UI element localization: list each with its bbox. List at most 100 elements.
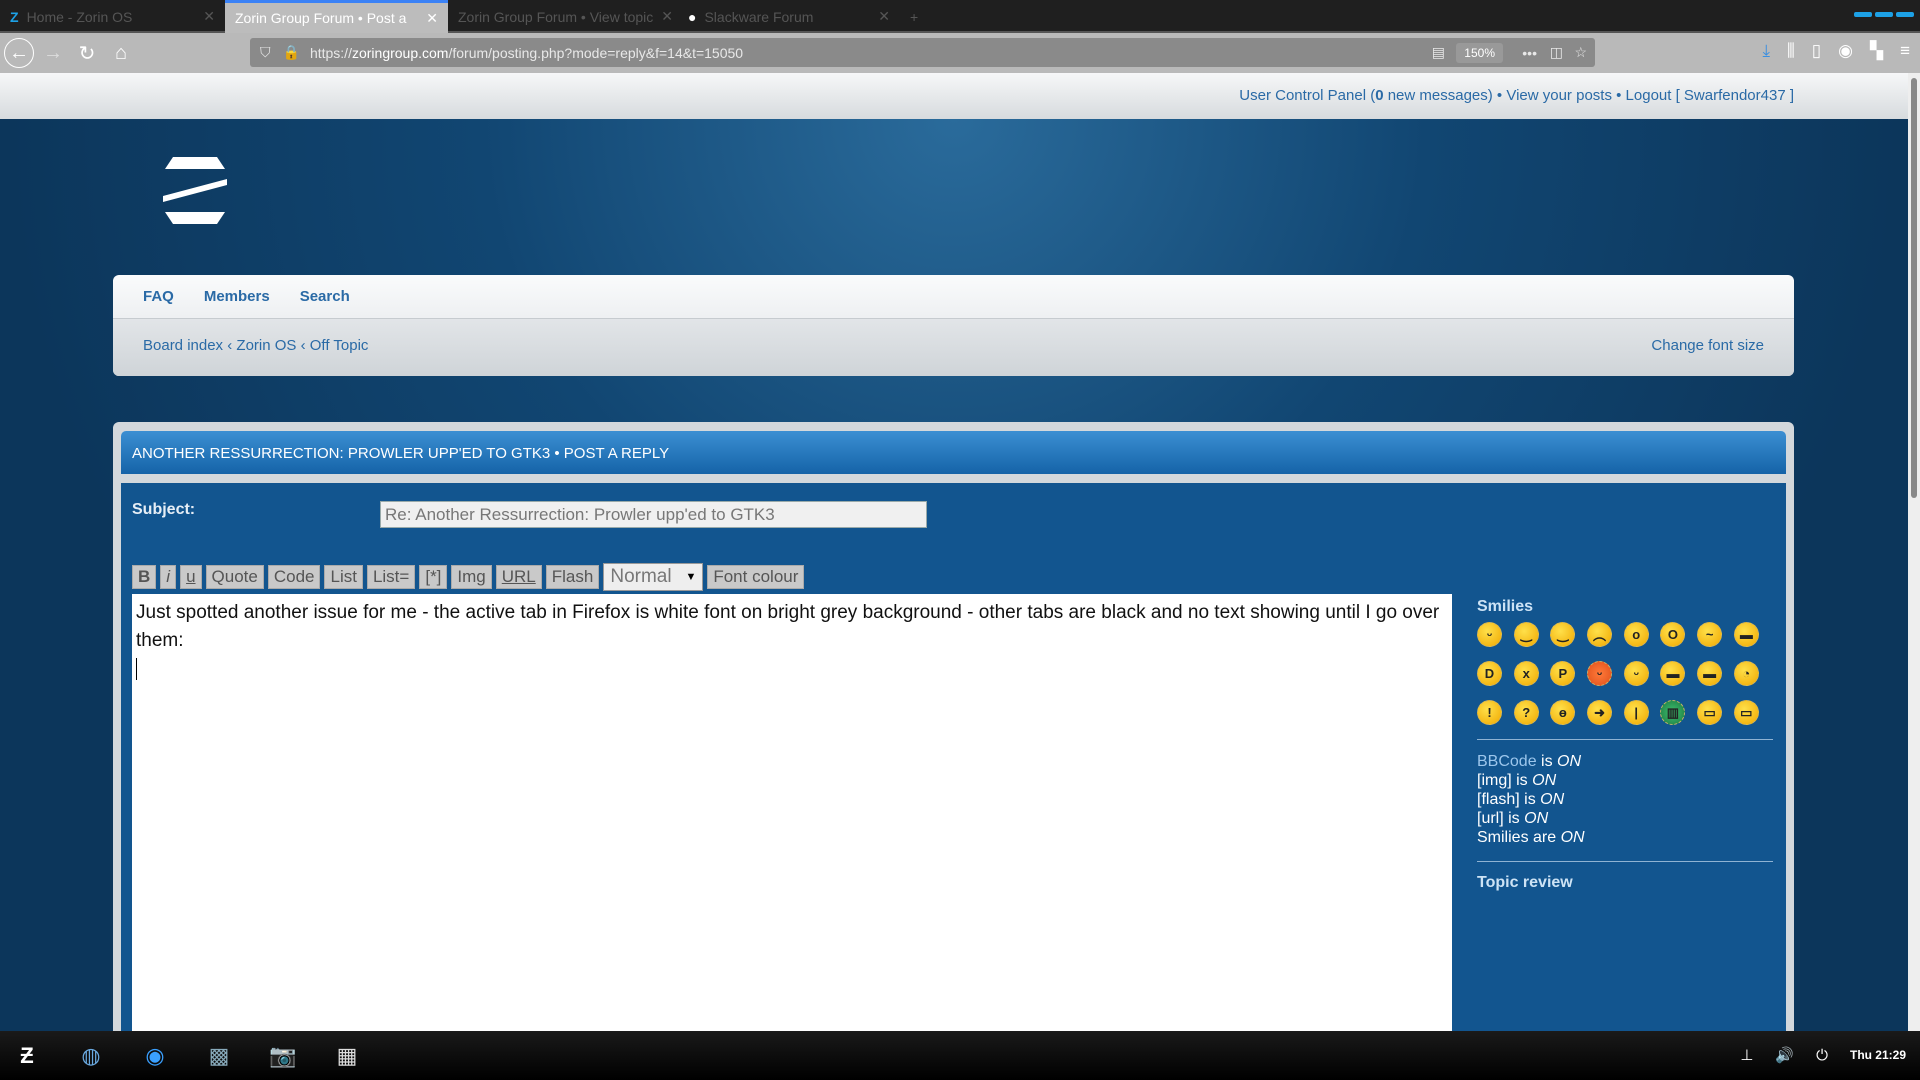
divider: [1477, 861, 1773, 862]
smiley-icon[interactable]: |: [1623, 700, 1649, 725]
crumb-off-topic[interactable]: Off Topic: [310, 337, 369, 354]
post-title: ANOTHER RESSURRECTION: PROWLER UPP'ED TO…: [121, 431, 1786, 474]
message-textarea[interactable]: Just spotted another issue for me - the …: [132, 594, 1452, 1034]
smiley-icon[interactable]: ▥: [1660, 700, 1686, 725]
ordered-list-button[interactable]: List=: [366, 565, 416, 589]
smiley-icon[interactable]: D: [1477, 661, 1502, 686]
tab-post-reply[interactable]: Zorin Group Forum • Post a reply✕: [225, 0, 448, 33]
flash-button[interactable]: Flash: [545, 565, 600, 589]
view-posts-link[interactable]: View your posts: [1506, 87, 1612, 104]
power-icon[interactable]: ⏻: [1816, 1047, 1828, 1064]
home-icon[interactable]: ⌂: [106, 38, 136, 68]
reload-icon[interactable]: ↻: [72, 38, 102, 68]
menu-icon[interactable]: ≡: [1900, 41, 1910, 61]
smiley-icon[interactable]: ᵕ: [1587, 661, 1613, 686]
tab-slackware[interactable]: ● Slackware Forum ✕: [678, 0, 900, 33]
nav-members[interactable]: Members: [204, 288, 270, 305]
list-item-button[interactable]: [*]: [419, 565, 448, 589]
tab-view-topic[interactable]: Zorin Group Forum • View topic ✕: [448, 0, 678, 33]
post-panel: ANOTHER RESSURRECTION: PROWLER UPP'ED TO…: [113, 422, 1794, 1042]
close-tab-icon[interactable]: ✕: [418, 10, 438, 27]
close-tab-icon[interactable]: ✕: [195, 8, 215, 25]
smiley-icon[interactable]: ︵: [1587, 622, 1613, 647]
software-icon[interactable]: ▦: [330, 1039, 364, 1073]
nav-search[interactable]: Search: [300, 288, 350, 305]
italic-button[interactable]: i: [160, 565, 177, 589]
scrollbar-thumb[interactable]: [1911, 78, 1917, 498]
font-colour-button[interactable]: Font colour: [707, 565, 805, 589]
firefox-icon[interactable]: ◍: [74, 1039, 108, 1073]
bbcode-toolbar: B i u Quote Code List List= [*] Img URL …: [132, 563, 805, 591]
change-font-size-link[interactable]: Change font size: [1651, 337, 1764, 354]
crumb-zorin-os[interactable]: Zorin OS: [236, 337, 296, 354]
smiley-icon[interactable]: !: [1477, 700, 1502, 725]
logout-link[interactable]: Logout [ Swarfendor437 ]: [1626, 87, 1794, 104]
img-button[interactable]: Img: [451, 565, 492, 589]
system-monitor-icon[interactable]: ▩: [202, 1039, 236, 1073]
new-tab-button[interactable]: +: [900, 0, 930, 33]
window-controls[interactable]: [1854, 12, 1914, 17]
reader-view-icon[interactable]: ▤: [1432, 44, 1445, 61]
smiley-icon[interactable]: ?: [1513, 700, 1539, 725]
pocket-icon[interactable]: ◫: [1550, 44, 1563, 61]
text-caret: [136, 657, 137, 680]
tux-icon: ●: [688, 8, 697, 25]
smiley-icon[interactable]: ‿: [1550, 622, 1576, 647]
volume-icon[interactable]: 🔊: [1775, 1046, 1794, 1064]
zorin-logo[interactable]: [159, 157, 231, 224]
network-icon[interactable]: ⊥: [1740, 1046, 1753, 1064]
bold-button[interactable]: B: [132, 565, 157, 589]
system-tray: ⊥ 🔊 ⏻ Thu 21:29: [1740, 1046, 1906, 1065]
sidebar-icon[interactable]: ▯: [1812, 41, 1821, 61]
download-icon[interactable]: ⤓: [1762, 41, 1770, 61]
smiley-icon[interactable]: ▬: [1697, 661, 1723, 686]
smiley-icon[interactable]: ▭: [1697, 700, 1723, 725]
code-button[interactable]: Code: [267, 565, 321, 589]
smiley-icon[interactable]: ▬: [1733, 622, 1759, 647]
font-size-select[interactable]: Normal ▼: [603, 563, 704, 591]
forward-icon[interactable]: →: [38, 38, 68, 68]
smiley-icon[interactable]: o: [1623, 622, 1649, 647]
url-button[interactable]: URL: [495, 565, 542, 589]
underline-button[interactable]: u: [180, 565, 202, 589]
smiley-icon[interactable]: ▬: [1660, 661, 1686, 686]
back-icon[interactable]: ←: [4, 38, 34, 68]
smiley-icon[interactable]: P: [1550, 661, 1576, 686]
url-bar[interactable]: ⛉ 🔒 https://zoringroup.com/forum/posting…: [250, 38, 1595, 67]
bbcode-link[interactable]: BBCode: [1477, 753, 1537, 770]
page-scrollbar[interactable]: [1908, 73, 1920, 1031]
bookmark-star-icon[interactable]: ☆: [1574, 44, 1587, 61]
smiley-icon[interactable]: ~: [1697, 622, 1723, 647]
screenshot-icon[interactable]: 📷: [266, 1039, 300, 1073]
smilies-heading: Smilies: [1477, 598, 1534, 615]
smiley-icon[interactable]: ▭: [1733, 700, 1759, 725]
option-status: [img] is ON: [1477, 772, 1557, 789]
smiley-icon[interactable]: O: [1660, 622, 1686, 647]
smiley-icon[interactable]: ᵕ: [1623, 661, 1649, 686]
more-actions-icon[interactable]: •••: [1522, 45, 1537, 61]
ucp-link[interactable]: User Control Panel (0 new messages): [1239, 87, 1492, 104]
close-tab-icon[interactable]: ✕: [870, 8, 890, 25]
smiley-icon[interactable]: ᵕ: [1477, 622, 1502, 647]
smiley-icon[interactable]: x: [1513, 661, 1539, 686]
smiley-icon[interactable]: ‿: [1513, 622, 1539, 647]
close-tab-icon[interactable]: ✕: [653, 8, 673, 25]
clock[interactable]: Thu 21:29: [1850, 1048, 1906, 1062]
breadcrumb: Board index ‹ Zorin OS ‹ Off Topic: [143, 337, 369, 354]
smiley-icon[interactable]: ɵ: [1550, 700, 1576, 725]
topic-review-heading[interactable]: Topic review: [1477, 874, 1773, 892]
library-icon[interactable]: ⫼: [1787, 41, 1795, 61]
smiley-icon[interactable]: ➜: [1587, 700, 1613, 725]
list-button[interactable]: List: [324, 565, 363, 589]
extensions-icon[interactable]: ▚: [1870, 41, 1883, 61]
smiley-icon[interactable]: ◔: [1733, 661, 1759, 686]
nav-faq[interactable]: FAQ: [143, 288, 174, 305]
account-icon[interactable]: ◉: [1838, 41, 1853, 61]
zorin-menu-icon[interactable]: Ƶ: [10, 1039, 44, 1073]
quote-button[interactable]: Quote: [205, 565, 264, 589]
web-browser-icon[interactable]: ◉: [138, 1039, 172, 1073]
zoom-level[interactable]: 150%: [1456, 42, 1503, 63]
subject-input[interactable]: [380, 501, 927, 528]
crumb-board-index[interactable]: Board index: [143, 337, 223, 354]
tab-home[interactable]: Z Home - Zorin OS ✕: [0, 0, 225, 33]
